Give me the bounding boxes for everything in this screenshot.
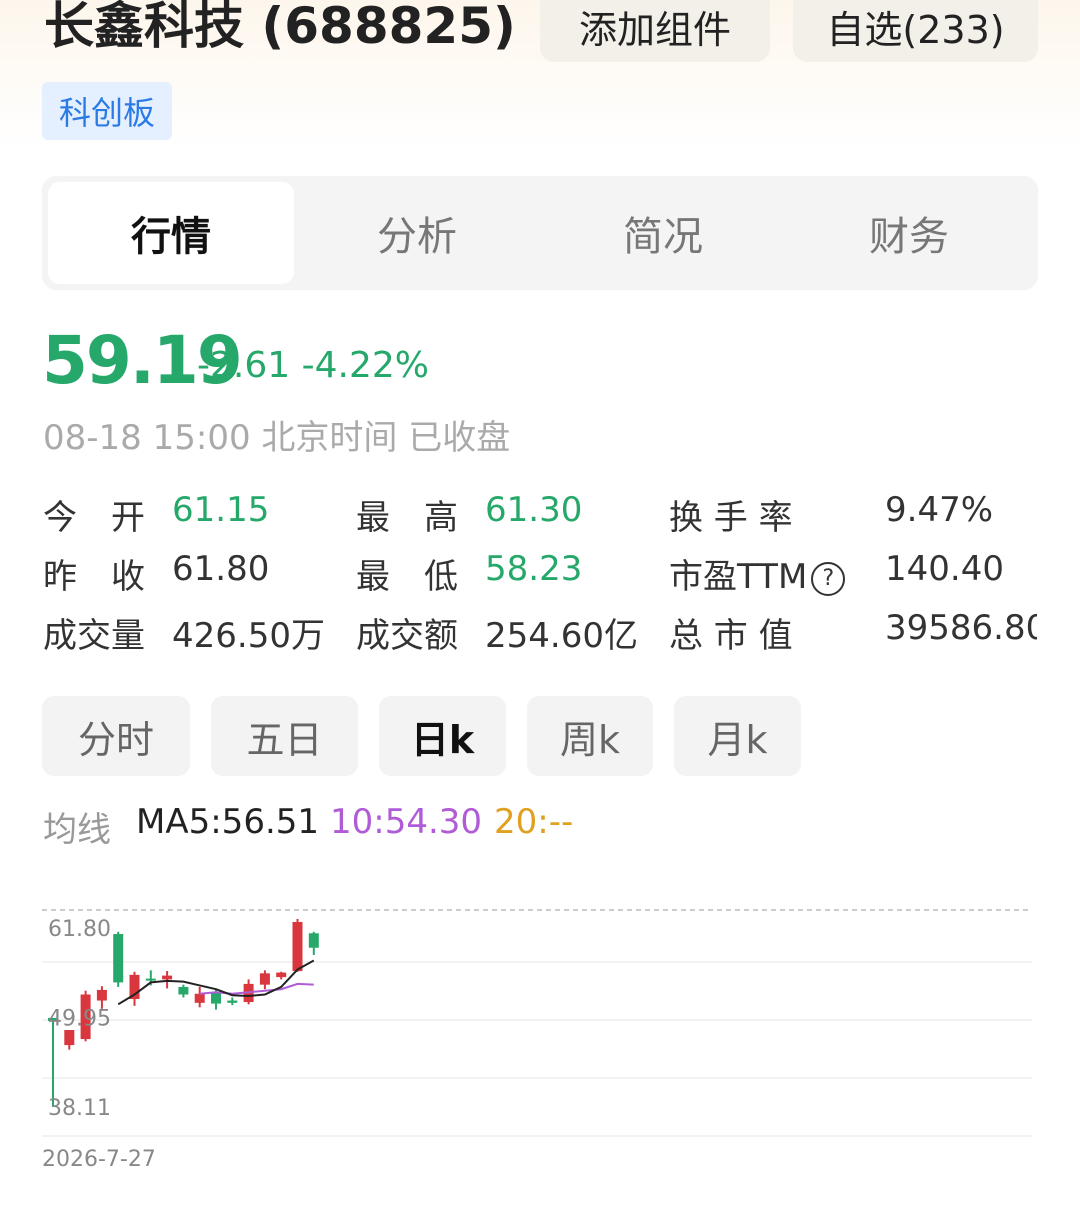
open-value: 61.15: [172, 490, 270, 530]
candle-body: [292, 921, 303, 972]
tab-market[interactable]: 行情: [48, 182, 294, 284]
candle-body: [259, 973, 270, 985]
prev-close-value: 61.80: [172, 549, 270, 589]
candle-body: [178, 986, 189, 995]
market-cap-value: 39586.80: [885, 608, 1037, 648]
section-tabs: 行情 分析 简况 财务: [42, 176, 1038, 290]
candle-body: [145, 978, 156, 981]
market-cap-label: 总 市 值: [669, 616, 793, 656]
change-percent: -4.22%: [301, 345, 429, 386]
tab-analysis[interactable]: 分析: [294, 182, 540, 284]
price-change: -2.61 -4.22%: [197, 345, 429, 386]
quote-timestamp: 08-18 15:00 北京时间 已收盘: [43, 418, 511, 458]
low-value: 58.23: [485, 549, 583, 589]
candle-body: [211, 992, 221, 1004]
period-tab-monthly-k[interactable]: 月k: [674, 696, 801, 776]
ma10-value: 10:54.30: [330, 802, 483, 842]
add-widget-button[interactable]: 添加组件: [540, 0, 770, 62]
high-label: 最 高: [356, 498, 458, 538]
pe-label: 市盈TTM?: [669, 549, 846, 598]
help-icon[interactable]: ?: [811, 561, 846, 596]
change-value: -2.61: [197, 345, 291, 386]
prev-close-label: 昨 收: [43, 557, 145, 597]
period-tab-daily-k[interactable]: 日k: [379, 696, 506, 776]
ma-label: 均线: [43, 810, 111, 850]
pe-value: 140.40: [885, 549, 1004, 589]
pe-label-text: 市盈TTM: [669, 557, 808, 597]
turnover-value: 9.47%: [885, 490, 994, 530]
volume-value: 426.50万: [172, 616, 325, 656]
candle-body: [96, 989, 107, 1001]
ma20-value: 20:--: [494, 802, 574, 842]
volume-label: 成交量: [43, 616, 145, 656]
board-badge: 科创板: [42, 82, 172, 140]
high-value: 61.30: [485, 490, 583, 530]
period-tab-weekly-k[interactable]: 周k: [527, 696, 653, 776]
y-tick-label: 61.80: [48, 917, 111, 942]
y-tick-label: 49.95: [48, 1007, 111, 1032]
watchlist-button[interactable]: 自选(233): [793, 0, 1038, 62]
tab-finance[interactable]: 财务: [786, 182, 1032, 284]
period-tab-five-day[interactable]: 五日: [211, 696, 358, 776]
ma5-value: MA5:56.51: [136, 802, 320, 842]
period-tab-intraday[interactable]: 分时: [42, 696, 190, 776]
candle-body: [227, 1000, 238, 1003]
candle-body: [308, 933, 319, 948]
low-label: 最 低: [356, 557, 458, 597]
candle-body: [64, 1030, 75, 1046]
kline-chart[interactable]: 61.80 49.95 38.11 2026-7-27: [0, 880, 1080, 1180]
tab-overview[interactable]: 简况: [540, 182, 786, 284]
candle-body: [194, 993, 205, 1003]
x-start-date: 2026-7-27: [42, 1147, 156, 1172]
amount-label: 成交额: [356, 616, 458, 656]
candle-body: [276, 972, 287, 978]
turnover-label: 换 手 率: [669, 498, 793, 538]
open-label: 今 开: [43, 498, 145, 538]
amount-value: 254.60亿: [485, 616, 638, 656]
candle-body: [113, 934, 124, 983]
y-tick-label: 38.11: [48, 1096, 111, 1121]
candle-body: [162, 975, 173, 980]
stock-title: 长鑫科技 (688825): [44, 0, 516, 55]
